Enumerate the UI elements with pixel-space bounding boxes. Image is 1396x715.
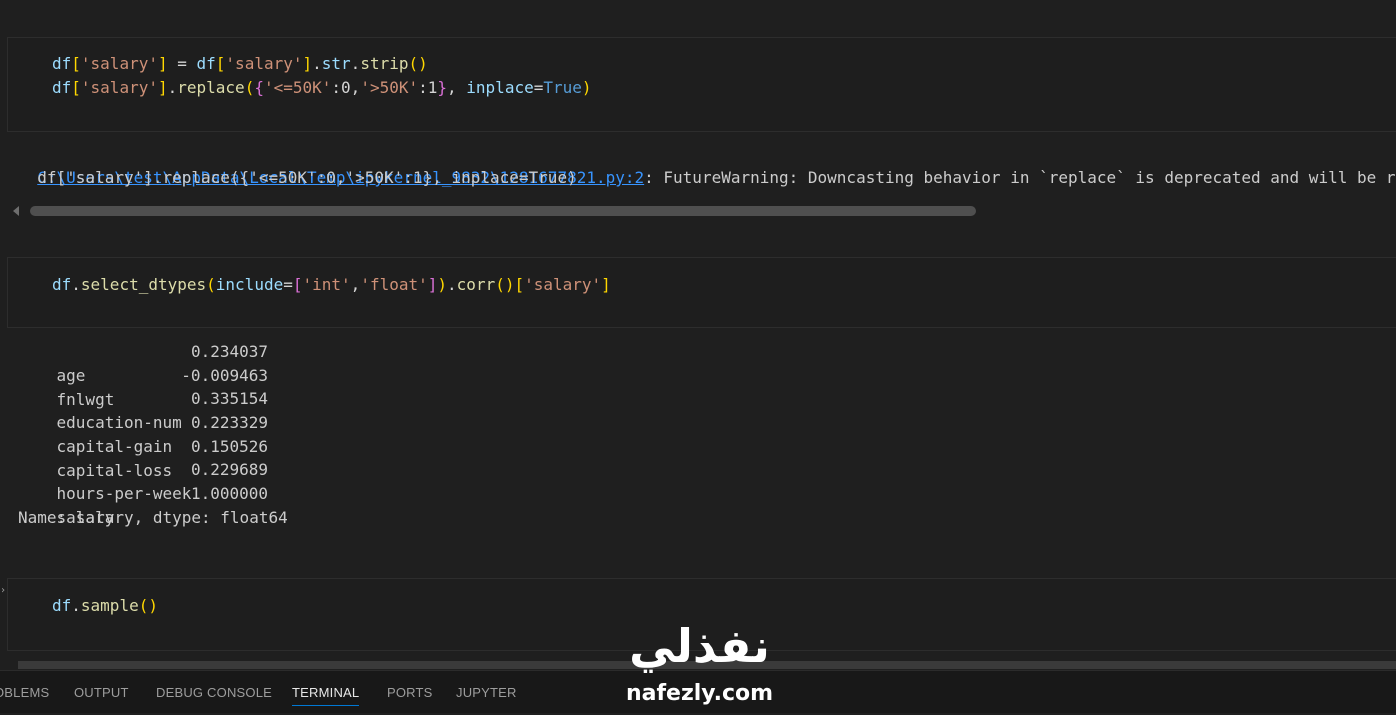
tab-problems[interactable]: OBLEMS — [0, 671, 49, 713]
series-value: 1.000000 — [190, 484, 268, 503]
code-line[interactable]: df['salary'].replace({'<=50K':0,'>50K':1… — [52, 76, 592, 100]
series-value: 0.335154 — [190, 389, 268, 408]
tab-jupyter[interactable]: JUPYTER — [456, 671, 517, 713]
watermark-latin: nafezly.com — [625, 681, 774, 706]
series-footer: Name: salary, dtype: float64 — [18, 508, 288, 527]
series-row: salary 1.000000 — [18, 482, 268, 578]
tab-output[interactable]: OUTPUT — [74, 671, 129, 713]
series-value: 0.234037 — [190, 342, 268, 361]
scroll-left-arrow-icon[interactable] — [13, 206, 19, 216]
code-line[interactable]: df.sample() — [52, 594, 158, 618]
warning-text: : FutureWarning: Downcasting behavior in… — [644, 168, 1396, 187]
tab-debug-console[interactable]: DEBUG CONSOLE — [156, 671, 272, 713]
tab-terminal[interactable]: TERMINAL — [292, 671, 360, 713]
warning-source-line: df['salary'].replace({'<=50K':0,'>50K':1… — [18, 168, 577, 187]
code-cell-2[interactable]: df.select_dtypes(include=['int','float']… — [7, 257, 1396, 328]
code-line[interactable]: df.select_dtypes(include=['int','float']… — [52, 273, 611, 297]
tab-ports[interactable]: PORTS — [387, 671, 433, 713]
series-value: -0.009463 — [181, 366, 268, 385]
series-value: 0.223329 — [190, 413, 268, 432]
cell-collapse-icon[interactable]: › — [0, 585, 6, 596]
scrollbar-thumb[interactable] — [30, 206, 976, 216]
series-value: 0.229689 — [190, 460, 268, 479]
series-value: 0.150526 — [190, 437, 268, 456]
watermark-logo: نفذلي nafezly.com — [612, 618, 787, 712]
code-cell-1[interactable]: df['salary'] = df['salary'].str.strip() … — [7, 37, 1396, 132]
watermark-arabic: نفذلي — [629, 619, 770, 673]
output-horizontal-scrollbar[interactable] — [8, 205, 1396, 217]
code-line[interactable]: df['salary'] = df['salary'].str.strip() — [52, 52, 428, 76]
